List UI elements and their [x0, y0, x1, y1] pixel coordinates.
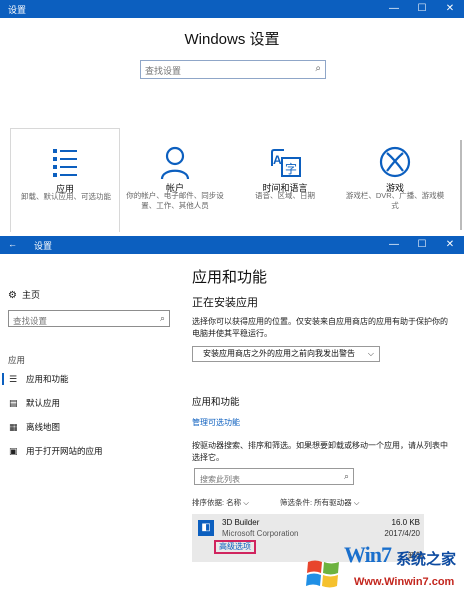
search-input[interactable] [195, 472, 331, 487]
page-title: 应用和功能 [192, 269, 268, 286]
person-icon [120, 146, 230, 180]
install-source-dropdown[interactable]: 安装应用商店之外的应用之前向我发出警告 ⌵ [192, 346, 380, 362]
sidebar-item-label: 用于打开网站的应用 [26, 446, 103, 456]
sidebar: ⚙ 主页 ⌕ 应用 ☰ 应用和功能 ▤ 默认应用 ▦ 离线地图 ▣ 用于打开网站的… [0, 254, 178, 600]
app-date: 2017/4/20 [384, 529, 420, 538]
sidebar-home[interactable]: ⚙ 主页 [8, 288, 40, 301]
app-list-search[interactable]: ⌕ [194, 468, 354, 487]
watermark-brand: Win7 [344, 542, 392, 567]
sort-label: 排序依据: 名称 [192, 498, 242, 507]
gear-icon: ⚙ [8, 290, 17, 301]
tile-accounts[interactable]: 帐户 你的帐户、电子邮件、同步设置、工作、其他人员 [120, 128, 230, 232]
page-heading: Windows 设置 [184, 31, 280, 48]
advanced-options-link[interactable]: 高级选项 [214, 540, 256, 554]
watermark-url: Www.Winwin7.com [354, 576, 455, 588]
title-bar: ← 设置 — ☐ ✕ [0, 236, 464, 254]
sidebar-item-label: 离线地图 [26, 422, 61, 432]
sidebar-item-offline-maps[interactable]: ▦ 离线地图 [0, 418, 178, 436]
sidebar-search[interactable]: ⌕ [8, 310, 170, 329]
chevron-down-icon: ⌵ [367, 349, 374, 358]
window-title: 设置 [8, 5, 27, 15]
sidebar-item-default-apps[interactable]: ▤ 默认应用 [0, 394, 178, 412]
sidebar-item-label: 应用和功能 [26, 374, 69, 384]
close-button[interactable]: ✕ [436, 0, 464, 18]
installing-apps-heading: 正在安装应用 [192, 297, 258, 309]
tile-description: 游戏栏、DVR、广播、游戏模式 [345, 191, 445, 210]
svg-text:A: A [273, 153, 282, 167]
installing-apps-description: 选择你可以获得应用的位置。仅安装来自应用商店的应用有助于保护你的电脑并使其平稳运… [192, 317, 448, 338]
default-apps-icon: ▤ [9, 398, 18, 408]
title-bar: 设置 — ☐ ✕ [0, 0, 464, 18]
close-button[interactable]: ✕ [436, 236, 464, 254]
app-size: 16.0 KB [391, 518, 420, 527]
watermark-logo: Win7 系统之家 Www.Winwin7.com [300, 542, 464, 600]
list-icon: ☰ [9, 374, 18, 384]
map-icon: ▦ [9, 422, 18, 432]
maximize-button[interactable]: ☐ [408, 236, 436, 254]
xbox-icon [340, 146, 450, 180]
search-input[interactable] [9, 313, 149, 329]
tile-gaming[interactable]: 游戏 游戏栏、DVR、广播、游戏模式 [340, 128, 450, 232]
search-icon: ⌕ [343, 471, 349, 481]
window-title: 设置 [34, 241, 53, 251]
sidebar-item-label: 默认应用 [26, 398, 61, 408]
tile-time-language[interactable]: A 字 时间和语言 语音、区域、日期 [230, 128, 340, 232]
active-indicator [2, 373, 4, 385]
settings-home-window: 设置 — ☐ ✕ Windows 设置 ⌕ 应用 卸载、默认应用、可选功能 [0, 0, 464, 232]
dropdown-value: 安装应用商店之外的应用之前向我发出警告 [203, 349, 355, 358]
tile-description: 卸载、默认应用、可选功能 [21, 192, 111, 201]
filter-label: 筛选条件: 所有驱动器 [280, 498, 352, 507]
sidebar-group-label: 应用 [8, 355, 26, 365]
app-name: 3D Builder [222, 518, 260, 527]
sidebar-home-label: 主页 [22, 290, 41, 300]
sidebar-item-apps-features[interactable]: ☰ 应用和功能 [0, 370, 178, 388]
windows-flag-icon [306, 556, 342, 597]
apps-features-heading: 应用和功能 [192, 397, 240, 408]
tile-description: 语音、区域、日期 [255, 191, 315, 200]
chevron-down-icon: ⌵ [243, 498, 249, 507]
minimize-button[interactable]: — [380, 236, 408, 254]
scrollbar[interactable] [460, 140, 462, 230]
back-button[interactable]: ← [8, 239, 17, 249]
apps-list-icon [11, 147, 119, 181]
filter-by-dropdown[interactable]: 筛选条件: 所有驱动器 ⌵ [280, 497, 359, 508]
search-icon: ⌕ [159, 313, 165, 323]
minimize-button[interactable]: — [380, 0, 408, 18]
time-language-icon: A 字 [230, 146, 340, 180]
app-publisher: Microsoft Corporation [222, 529, 299, 538]
sort-by-dropdown[interactable]: 排序依据: 名称 ⌵ [192, 497, 249, 508]
tile-description: 你的帐户、电子邮件、同步设置、工作、其他人员 [126, 191, 224, 210]
tile-apps[interactable]: 应用 卸载、默认应用、可选功能 [10, 128, 120, 232]
search-sort-description: 按驱动器搜索、排序和筛选。如果想要卸载或移动一个应用，请从列表中选择它。 [192, 441, 448, 462]
maximize-button[interactable]: ☐ [408, 0, 436, 18]
website-apps-icon: ▣ [9, 446, 18, 456]
watermark-title: 系统之家 [396, 551, 457, 568]
manage-optional-features-link[interactable]: 管理可选功能 [192, 417, 240, 428]
chevron-down-icon: ⌵ [353, 498, 360, 507]
search-input[interactable] [141, 62, 301, 80]
sidebar-item-apps-for-websites[interactable]: ▣ 用于打开网站的应用 [0, 442, 178, 460]
search-icon: ⌕ [315, 63, 321, 74]
svg-text:字: 字 [285, 161, 297, 176]
3d-builder-app-icon: ◧ [198, 520, 214, 536]
settings-search[interactable]: ⌕ [140, 60, 326, 80]
